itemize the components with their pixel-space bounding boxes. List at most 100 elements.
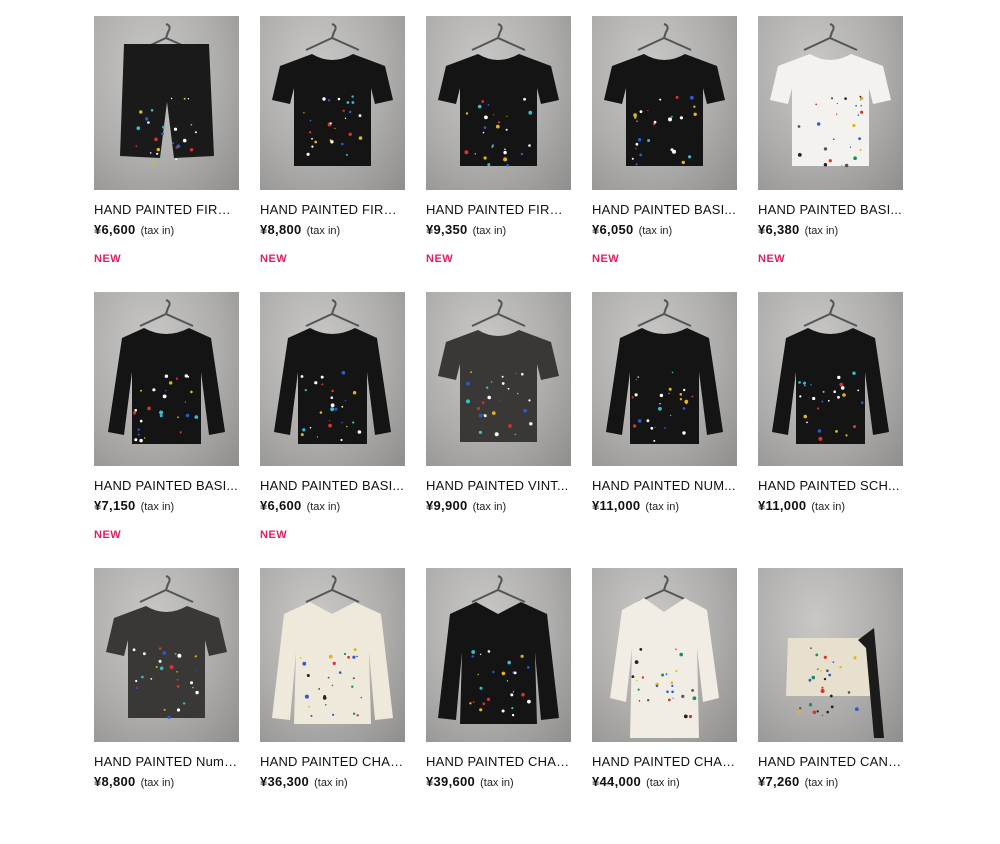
product-price: ¥9,900 bbox=[426, 498, 468, 513]
tax-note: (tax in) bbox=[645, 501, 679, 513]
new-badge bbox=[426, 805, 571, 819]
price-row: ¥6,050 (tax in) bbox=[592, 221, 737, 239]
product-title[interactable]: HAND PAINTED BASI... bbox=[758, 202, 903, 218]
price-row: ¥6,600 (tax in) bbox=[94, 221, 239, 239]
product-card[interactable]: HAND PAINTED CHAI... ¥39,600 (tax in) bbox=[426, 568, 571, 844]
price-row: ¥39,600 (tax in) bbox=[426, 773, 571, 791]
shorts-icon bbox=[120, 23, 214, 166]
product-image[interactable] bbox=[426, 16, 571, 190]
product-card[interactable]: HAND PAINTED FIRM ... ¥6,600 (tax in) NEW bbox=[94, 16, 239, 292]
product-image[interactable] bbox=[94, 292, 239, 466]
price-row: ¥11,000 (tax in) bbox=[758, 497, 903, 515]
new-badge: NEW bbox=[260, 253, 288, 265]
product-card[interactable]: HAND PAINTED Numb... ¥8,800 (tax in) bbox=[94, 568, 239, 844]
product-title[interactable]: HAND PAINTED CHAI... bbox=[592, 754, 737, 770]
product-price: ¥11,000 bbox=[758, 498, 807, 513]
product-title[interactable]: HAND PAINTED NUM... bbox=[592, 478, 737, 494]
new-badge bbox=[592, 529, 737, 543]
price-row: ¥36,300 (tax in) bbox=[260, 773, 405, 791]
tshirt-icon bbox=[438, 23, 559, 167]
product-card[interactable]: HAND PAINTED BASI... ¥6,600 (tax in) NEW bbox=[260, 292, 405, 568]
product-image[interactable] bbox=[592, 568, 737, 742]
product-title[interactable]: HAND PAINTED FIRM ... bbox=[426, 202, 571, 218]
coat-icon bbox=[610, 575, 719, 738]
tax-note: (tax in) bbox=[638, 225, 673, 237]
price-row: ¥9,350 (tax in) bbox=[426, 221, 571, 239]
product-card[interactable]: HAND PAINTED NUM... ¥11,000 (tax in) bbox=[592, 292, 737, 568]
tax-note: (tax in) bbox=[480, 777, 514, 789]
product-image[interactable] bbox=[260, 16, 405, 190]
product-price: ¥6,600 bbox=[260, 498, 302, 513]
product-price: ¥8,800 bbox=[94, 774, 136, 789]
bag-icon bbox=[786, 628, 884, 738]
longsleeve-icon bbox=[772, 299, 889, 444]
price-row: ¥7,150 (tax in) bbox=[94, 497, 239, 515]
price-row: ¥8,800 (tax in) bbox=[94, 773, 239, 791]
product-image[interactable] bbox=[426, 568, 571, 742]
product-image[interactable] bbox=[758, 16, 903, 190]
tshirt-icon bbox=[272, 23, 393, 166]
new-badge bbox=[758, 805, 903, 819]
product-card[interactable]: HAND PAINTED SCH... ¥11,000 (tax in) bbox=[758, 292, 903, 568]
product-title[interactable]: HAND PAINTED BASI... bbox=[592, 202, 737, 218]
new-badge: NEW bbox=[426, 253, 454, 265]
product-title[interactable]: HAND PAINTED CANV... bbox=[758, 754, 903, 770]
new-badge: NEW bbox=[260, 529, 288, 541]
product-title[interactable]: HAND PAINTED CHAI... bbox=[260, 754, 405, 770]
product-image[interactable] bbox=[758, 292, 903, 466]
new-badge bbox=[758, 529, 903, 543]
tax-note: (tax in) bbox=[472, 501, 507, 513]
tax-note: (tax in) bbox=[811, 501, 845, 513]
product-image[interactable] bbox=[426, 292, 571, 466]
product-grid: HAND PAINTED FIRM ... ¥6,600 (tax in) NEW HA… bbox=[94, 16, 914, 844]
product-card[interactable]: HAND PAINTED BASI... ¥6,050 (tax in) NEW bbox=[592, 16, 737, 292]
product-image[interactable] bbox=[94, 568, 239, 742]
product-card[interactable]: HAND PAINTED FIRM ... ¥9,350 (tax in) NEW bbox=[426, 16, 571, 292]
product-card[interactable]: HAND PAINTED BASI... ¥6,380 (tax in) NEW bbox=[758, 16, 903, 292]
product-title[interactable]: HAND PAINTED FIRM ... bbox=[94, 202, 239, 218]
product-price: ¥36,300 bbox=[260, 774, 310, 789]
product-card[interactable]: HAND PAINTED FIRM ... ¥8,800 (tax in) NEW bbox=[260, 16, 405, 292]
product-title[interactable]: HAND PAINTED SCH... bbox=[758, 478, 903, 494]
new-badge: NEW bbox=[592, 253, 620, 265]
tax-note: (tax in) bbox=[306, 225, 341, 237]
product-card[interactable]: HAND PAINTED CHAI... ¥44,000 (tax in) bbox=[592, 568, 737, 844]
tshirt-icon bbox=[106, 575, 227, 719]
price-row: ¥8,800 (tax in) bbox=[260, 221, 405, 239]
product-title[interactable]: HAND PAINTED Numb... bbox=[94, 754, 239, 770]
product-price: ¥6,050 bbox=[592, 222, 634, 237]
product-image[interactable] bbox=[758, 568, 903, 742]
longsleeve-icon bbox=[274, 299, 391, 444]
product-image[interactable] bbox=[592, 292, 737, 466]
product-title[interactable]: HAND PAINTED BASI... bbox=[260, 478, 405, 494]
product-card[interactable]: HAND PAINTED CHAI... ¥36,300 (tax in) bbox=[260, 568, 405, 844]
product-image[interactable] bbox=[94, 16, 239, 190]
new-badge bbox=[260, 805, 405, 819]
new-badge bbox=[426, 529, 571, 543]
new-badge: NEW bbox=[94, 529, 122, 541]
tax-note: (tax in) bbox=[804, 225, 839, 237]
tax-note: (tax in) bbox=[140, 501, 175, 513]
product-price: ¥6,600 bbox=[94, 222, 136, 237]
product-title[interactable]: HAND PAINTED VINT... bbox=[426, 478, 571, 494]
product-card[interactable]: HAND PAINTED BASI... ¥7,150 (tax in) NEW bbox=[94, 292, 239, 568]
product-price: ¥8,800 bbox=[260, 222, 302, 237]
product-title[interactable]: HAND PAINTED BASI... bbox=[94, 478, 239, 494]
tax-note: (tax in) bbox=[804, 777, 839, 789]
tshirt-icon bbox=[438, 299, 559, 442]
product-title[interactable]: HAND PAINTED CHAI... bbox=[426, 754, 571, 770]
product-price: ¥7,150 bbox=[94, 498, 136, 513]
product-price: ¥44,000 bbox=[592, 774, 642, 789]
tax-note: (tax in) bbox=[140, 777, 175, 789]
product-card[interactable]: HAND PAINTED CANV... ¥7,260 (tax in) bbox=[758, 568, 903, 844]
product-image[interactable] bbox=[260, 568, 405, 742]
tax-note: (tax in) bbox=[306, 501, 341, 513]
product-title[interactable]: HAND PAINTED FIRM ... bbox=[260, 202, 405, 218]
product-price: ¥11,000 bbox=[592, 498, 641, 513]
product-card[interactable]: HAND PAINTED VINT... ¥9,900 (tax in) bbox=[426, 292, 571, 568]
price-row: ¥44,000 (tax in) bbox=[592, 773, 737, 791]
tax-note: (tax in) bbox=[314, 777, 348, 789]
product-image[interactable] bbox=[260, 292, 405, 466]
product-image[interactable] bbox=[592, 16, 737, 190]
product-price: ¥6,380 bbox=[758, 222, 800, 237]
